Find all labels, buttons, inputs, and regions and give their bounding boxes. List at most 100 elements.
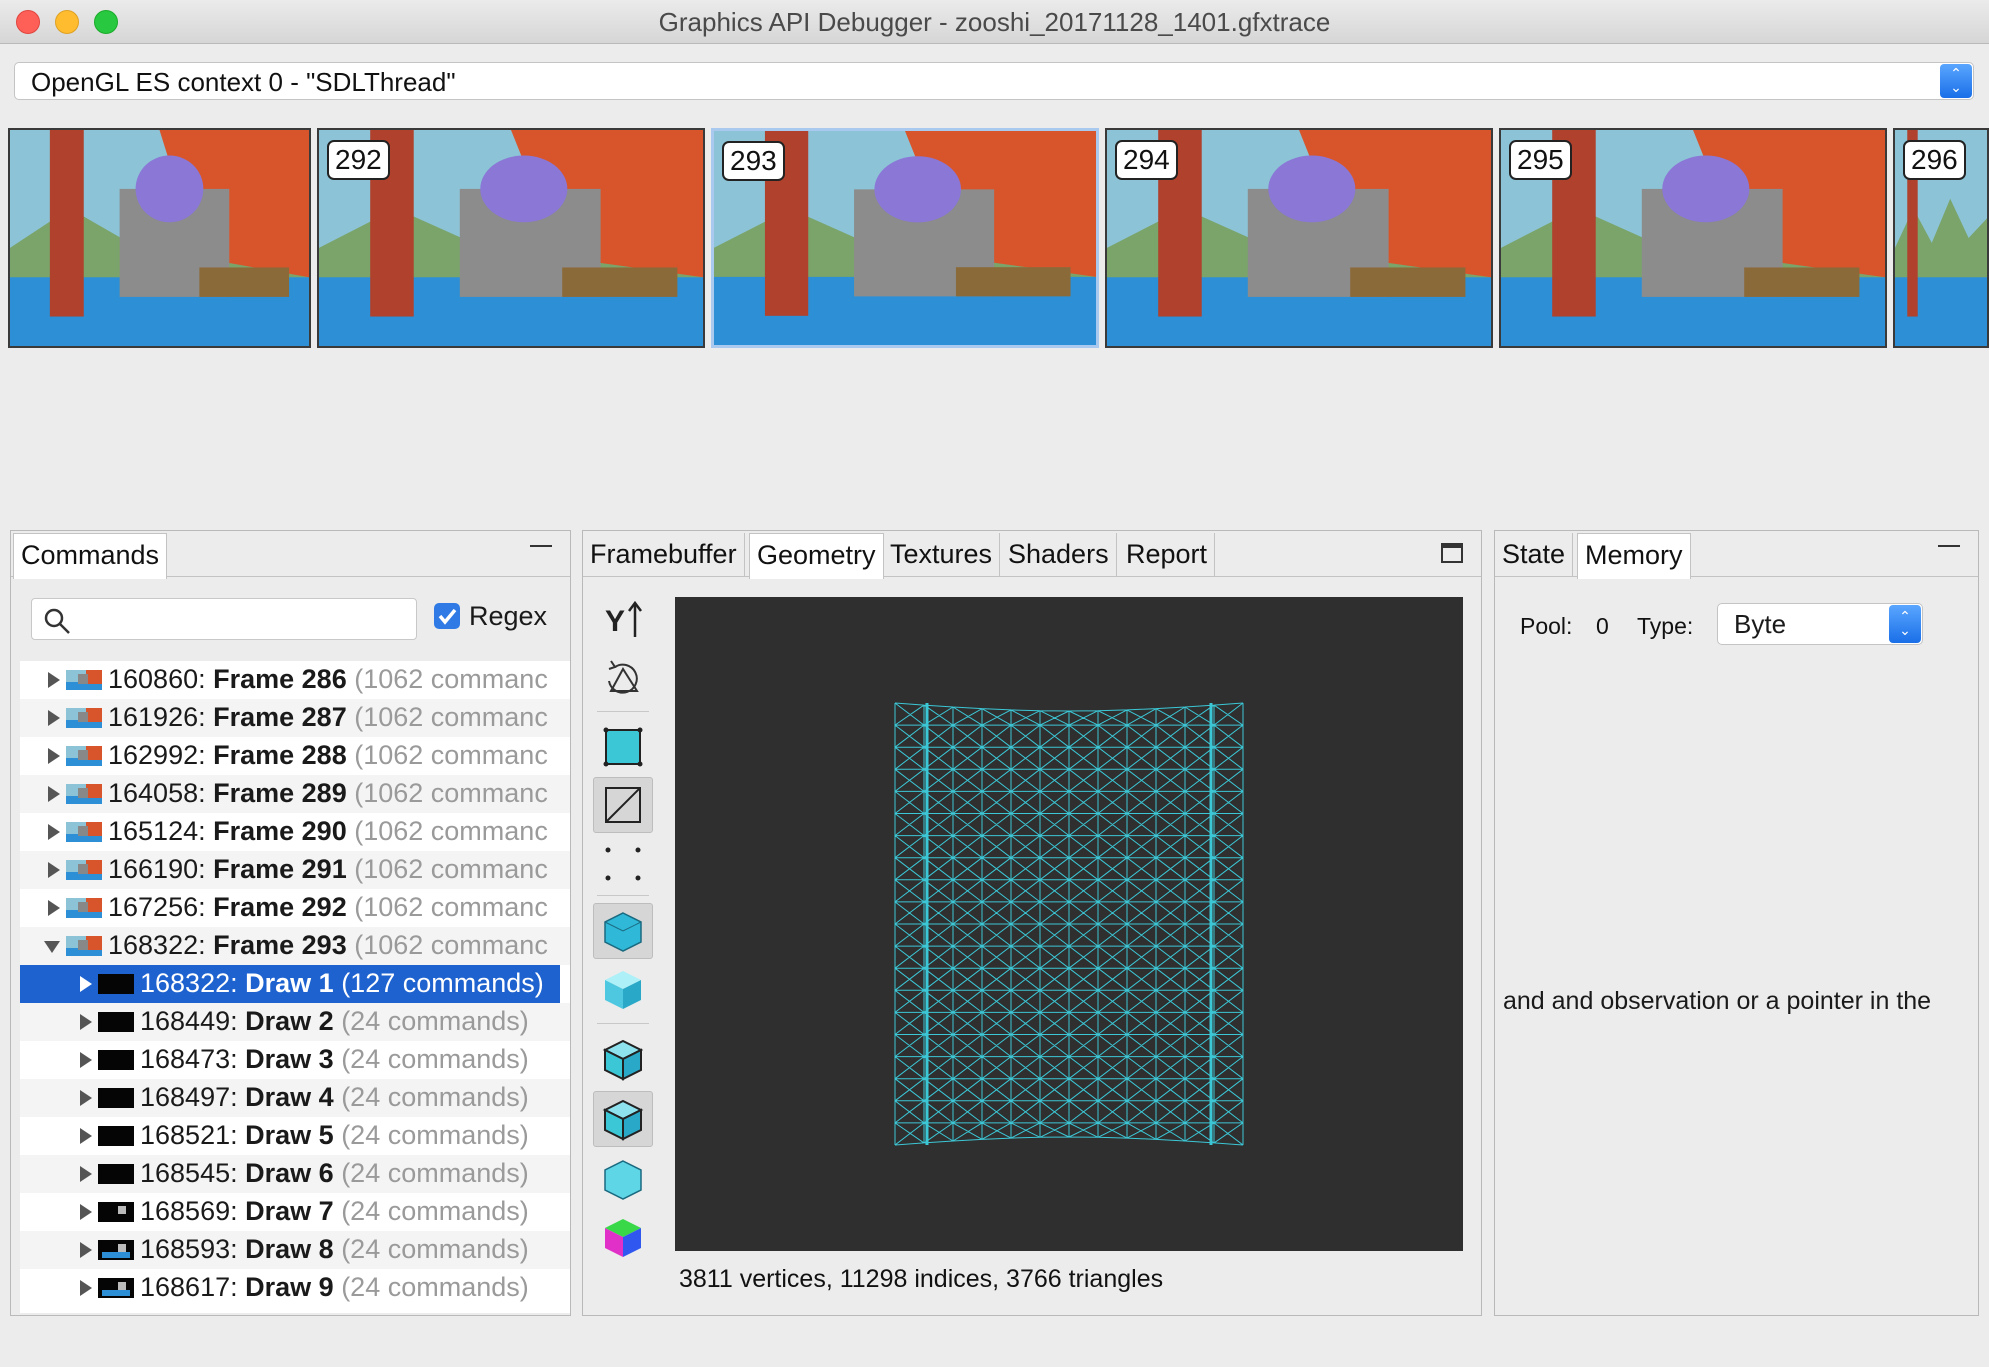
tab-shaders[interactable]: Shaders	[1001, 533, 1117, 577]
tree-row-frame-expanded[interactable]: 168322: Frame 293 (1062 commanc	[20, 927, 570, 965]
frame-thumbnail[interactable]: 294	[1105, 128, 1493, 348]
dropdown-chevrons-icon: ⌃ ⌄	[1889, 605, 1921, 643]
tree-row-draw[interactable]: 168449: Draw 2 (24 commands)	[20, 1003, 570, 1041]
expand-arrow-icon[interactable]	[80, 1052, 92, 1068]
command-count: (24 commands)	[341, 1006, 529, 1036]
tree-row-frame[interactable]: 162992: Frame 288 (1062 commanc	[20, 737, 570, 775]
frame-thumbnail-selected[interactable]: 293	[711, 128, 1099, 348]
y-up-icon[interactable]: Y	[593, 591, 653, 647]
tree-row-frame[interactable]: 160860: Frame 286 (1062 commanc	[20, 661, 570, 699]
frame-thumbnail[interactable]: 295	[1499, 128, 1887, 348]
tree-row-draw-selected[interactable]: 168322: Draw 1 (127 commands)	[20, 965, 560, 1003]
tree-row-frame[interactable]: 164058: Frame 289 (1062 commanc	[20, 775, 570, 813]
right-tabbar: State Memory	[1495, 531, 1978, 579]
expand-arrow-icon[interactable]	[48, 748, 60, 764]
expand-arrow-icon[interactable]	[80, 1014, 92, 1030]
type-dropdown[interactable]: Byte ⌃ ⌄	[1717, 603, 1923, 645]
command-name: Frame 288	[213, 740, 347, 770]
textured-cube-icon[interactable]	[593, 1091, 653, 1147]
tree-row-draw[interactable]: 168569: Draw 7 (24 commands)	[20, 1193, 570, 1231]
command-name: Frame 286	[213, 664, 347, 694]
expand-arrow-icon[interactable]	[80, 1242, 92, 1258]
command-name: Frame 291	[213, 854, 347, 884]
frame-thumbnail-icon	[66, 784, 102, 804]
command-id: 162992:	[108, 740, 206, 770]
frame-thumbnail[interactable]	[8, 128, 311, 348]
frame-thumbnail-icon	[66, 746, 102, 766]
command-count: (24 commands)	[341, 1272, 529, 1302]
command-count: (24 commands)	[341, 1082, 529, 1112]
wireframe-cube-icon[interactable]	[593, 1031, 653, 1087]
tab-state[interactable]: State	[1495, 533, 1574, 577]
frame-number-label: 293	[722, 141, 785, 181]
rotate-icon[interactable]	[593, 649, 653, 705]
collapse-arrow-icon[interactable]	[44, 941, 60, 953]
expand-arrow-icon[interactable]	[80, 1280, 92, 1296]
memory-panel: State Memory Pool: 0 Type: Byte ⌃ ⌄ and a…	[1494, 530, 1979, 1316]
command-count: (24 commands)	[341, 1158, 529, 1188]
flat-shading-icon[interactable]	[593, 961, 653, 1017]
tab-report[interactable]: Report	[1119, 533, 1216, 577]
command-id: 165124:	[108, 816, 206, 846]
command-count: (24 commands)	[341, 1044, 529, 1074]
expand-arrow-icon[interactable]	[48, 710, 60, 726]
smooth-shading-icon[interactable]	[593, 903, 653, 959]
tree-row-draw[interactable]: 168497: Draw 4 (24 commands)	[20, 1079, 570, 1117]
tab-framebuffer[interactable]: Framebuffer	[583, 533, 745, 577]
command-count: (1062 commanc	[354, 816, 548, 846]
mesh-lines	[894, 702, 1244, 1146]
tab-memory[interactable]: Memory	[1577, 533, 1691, 579]
regex-checkbox[interactable]	[434, 603, 460, 629]
frame-thumbnail-icon	[66, 822, 102, 842]
tree-row-frame[interactable]: 165124: Frame 290 (1062 commanc	[20, 813, 570, 851]
maximize-panel-icon[interactable]	[1441, 543, 1463, 563]
tab-commands[interactable]: Commands	[13, 533, 168, 579]
command-name: Frame 289	[213, 778, 347, 808]
tree-row-frame[interactable]: 166190: Frame 291 (1062 commanc	[20, 851, 570, 889]
geometry-viewport[interactable]	[675, 597, 1463, 1251]
wireframe-quad-icon[interactable]	[593, 777, 653, 833]
command-count: (1062 commanc	[354, 778, 548, 808]
command-id: 168497:	[140, 1082, 238, 1112]
expand-arrow-icon[interactable]	[80, 1204, 92, 1220]
expand-arrow-icon[interactable]	[80, 976, 92, 992]
solid-quad-icon[interactable]	[593, 719, 653, 775]
commands-tabbar: Commands	[11, 531, 570, 579]
frame-thumbnail-icon	[66, 670, 102, 690]
pool-label: Pool:	[1520, 613, 1573, 639]
context-dropdown[interactable]: OpenGL ES context 0 - "SDLThread" ⌃ ⌄	[14, 62, 1974, 100]
frame-thumbnail[interactable]: 292	[317, 128, 705, 348]
expand-arrow-icon[interactable]	[48, 672, 60, 688]
tree-row-draw[interactable]: 168593: Draw 8 (24 commands)	[20, 1231, 570, 1269]
tree-row-draw[interactable]: 168617: Draw 9 (24 commands)	[20, 1269, 570, 1307]
draw-thumbnail-icon	[98, 1012, 134, 1032]
tab-textures[interactable]: Textures	[883, 533, 1001, 577]
expand-arrow-icon[interactable]	[48, 900, 60, 916]
expand-arrow-icon[interactable]	[48, 824, 60, 840]
points-icon[interactable]	[593, 835, 653, 891]
minimize-panel-icon[interactable]	[530, 545, 552, 547]
command-id: 168569:	[140, 1196, 238, 1226]
tab-geometry[interactable]: Geometry	[749, 533, 884, 579]
command-search-input[interactable]	[31, 598, 417, 640]
color-cube-icon[interactable]	[593, 1209, 653, 1265]
lit-cube-icon[interactable]	[593, 1151, 653, 1207]
expand-arrow-icon[interactable]	[80, 1128, 92, 1144]
tree-row-draw[interactable]: 168521: Draw 5 (24 commands)	[20, 1117, 570, 1155]
command-count: (1062 commanc	[354, 702, 548, 732]
frame-thumbnail[interactable]: 296	[1893, 128, 1989, 348]
command-name: Draw 7	[245, 1196, 334, 1226]
tree-row-frame[interactable]: 167256: Frame 292 (1062 commanc	[20, 889, 570, 927]
frame-number-label: 296	[1903, 140, 1966, 180]
title-bar: Graphics API Debugger - zooshi_20171128_…	[0, 0, 1989, 44]
tree-row-frame[interactable]: 161926: Frame 287 (1062 commanc	[20, 699, 570, 737]
frame-thumbnail-icon	[66, 898, 102, 918]
command-count: (1062 commanc	[354, 740, 548, 770]
expand-arrow-icon[interactable]	[48, 862, 60, 878]
expand-arrow-icon[interactable]	[80, 1090, 92, 1106]
tree-row-draw[interactable]: 168545: Draw 6 (24 commands)	[20, 1155, 570, 1193]
expand-arrow-icon[interactable]	[48, 786, 60, 802]
expand-arrow-icon[interactable]	[80, 1166, 92, 1182]
minimize-panel-icon[interactable]	[1938, 545, 1960, 547]
tree-row-draw[interactable]: 168473: Draw 3 (24 commands)	[20, 1041, 570, 1079]
